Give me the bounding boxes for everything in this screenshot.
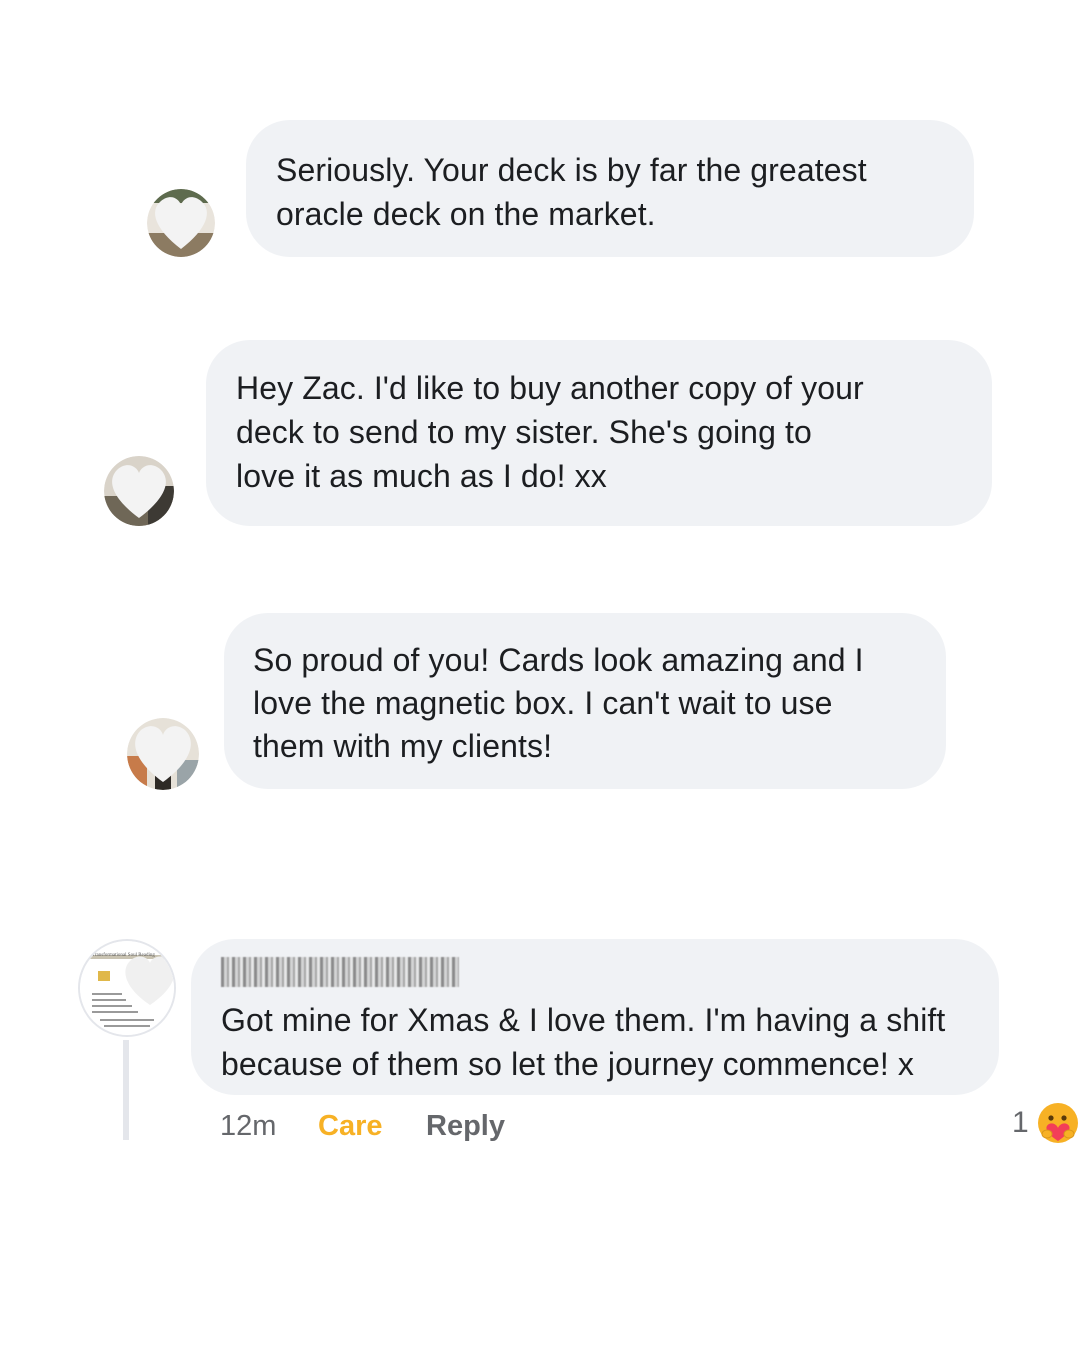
comment-text-line: deck to send to my sister. She's going t… <box>236 414 812 450</box>
comment-text-line: love the magnetic box. I can't wait to u… <box>253 685 833 721</box>
profile-avatar-icon <box>104 456 174 526</box>
comment-text-line: So proud of you! Cards look amazing and … <box>253 642 864 678</box>
avatar-caption: Transformational Soul Reading <box>92 953 155 958</box>
reply-button[interactable]: Reply <box>426 1108 505 1144</box>
commenter-1-avatar[interactable] <box>147 189 215 257</box>
profile-avatar-icon <box>147 189 215 257</box>
care-reaction-icon[interactable] <box>1036 1101 1080 1145</box>
comment-text-line: oracle deck on the market. <box>276 196 656 232</box>
comment-bubble-2[interactable]: Hey Zac. I'd like to buy another copy of… <box>206 340 992 526</box>
comment-text-line: love it as much as I do! xx <box>236 458 607 494</box>
redacted-author-name[interactable] <box>221 957 459 987</box>
commenter-3-avatar[interactable] <box>127 718 199 790</box>
comment-text-line: them with my clients! <box>253 728 553 764</box>
comment-text-line: Seriously. Your deck is by far the great… <box>276 152 867 188</box>
comment-timestamp: 12m <box>220 1110 277 1142</box>
reply-comment-bubble[interactable]: Got mine for Xmas & I love them. I'm hav… <box>191 939 999 1095</box>
reaction-count[interactable]: 1 <box>1012 1106 1029 1140</box>
comment-text-line: because of them so let the journey comme… <box>221 1046 914 1082</box>
reply-commenter-avatar[interactable]: Transformational Soul Reading <box>78 939 176 1037</box>
profile-avatar-icon <box>127 718 199 790</box>
comment-text-line: Hey Zac. I'd like to buy another copy of… <box>236 370 864 406</box>
comment-bubble-3[interactable]: So proud of you! Cards look amazing and … <box>224 613 946 789</box>
thread-connector-line <box>123 1040 129 1140</box>
care-reaction-button[interactable]: Care <box>318 1108 383 1144</box>
comment-bubble-1[interactable]: Seriously. Your deck is by far the great… <box>246 120 974 257</box>
commenter-2-avatar[interactable] <box>104 456 174 526</box>
comment-text-line: Got mine for Xmas & I love them. I'm hav… <box>221 1002 946 1038</box>
